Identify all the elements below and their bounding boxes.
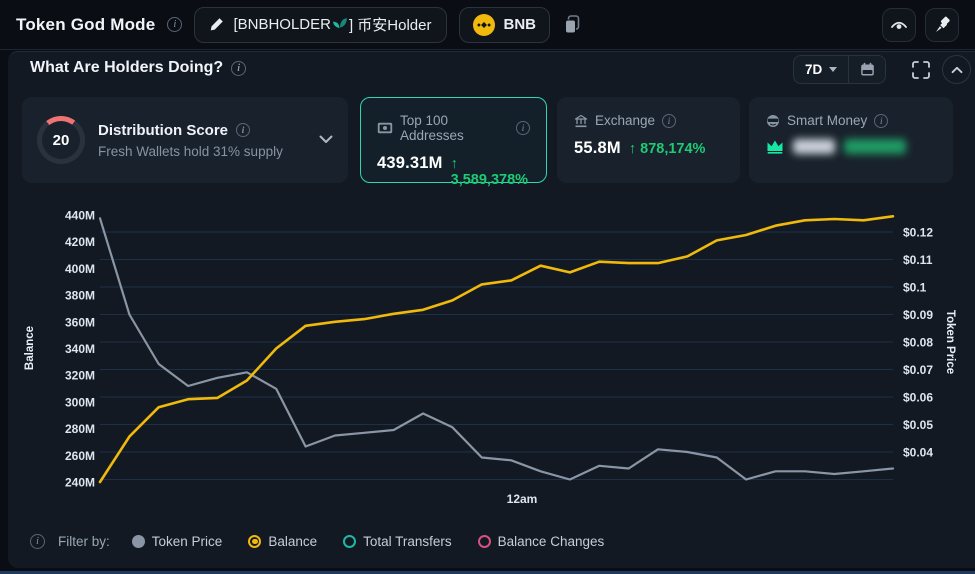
info-icon[interactable]: i: [30, 534, 45, 549]
smart-money-value-blurred: [793, 139, 835, 154]
money-icon: [377, 122, 393, 134]
distribution-score-subtitle: Fresh Wallets hold 31% supply: [98, 144, 306, 159]
token-price-marker-icon: [132, 535, 145, 548]
total-transfers-marker-icon: [343, 535, 356, 548]
info-icon[interactable]: i: [662, 114, 676, 128]
distribution-score-title: Distribution Score: [98, 122, 228, 139]
copy-address-button[interactable]: [564, 15, 581, 34]
token-name-suffix: ] 币安Holder: [349, 14, 432, 35]
token-name: [BNBHOLDER ] 币安Holder: [233, 14, 431, 35]
info-icon[interactable]: i: [516, 121, 530, 135]
watch-eye-button[interactable]: [882, 8, 916, 42]
exchange-change: ↑ 878,174%: [629, 141, 706, 157]
legend-label: Filter by:: [58, 534, 110, 549]
legend-item-label: Balance: [268, 534, 317, 549]
pencil-icon: [209, 17, 224, 32]
smart-money-icon: [766, 114, 780, 128]
token-name-prefix: [BNBHOLDER: [233, 16, 331, 33]
bnb-logo-icon: [473, 14, 495, 36]
legend-item-token-price[interactable]: Token Price: [132, 534, 223, 549]
top100-change: ↑ 3,589,378%: [451, 156, 530, 188]
fullscreen-button[interactable]: [905, 54, 937, 85]
section-title: What Are Holders Doing?: [30, 59, 223, 77]
exchange-card[interactable]: Exchange i 55.8M ↑ 878,174%: [557, 97, 740, 183]
crown-icon: [766, 139, 784, 154]
balance-changes-marker-icon: [478, 535, 491, 548]
bank-icon: [574, 114, 588, 128]
chevron-down-icon: [829, 67, 837, 72]
chain-label: BNB: [504, 16, 537, 33]
time-range-group: 7D: [793, 55, 886, 84]
range-value: 7D: [805, 62, 822, 77]
collapse-panel-button[interactable]: [942, 55, 971, 84]
calendar-button[interactable]: [849, 56, 885, 83]
top100-addresses-card[interactable]: Top 100 Addresses i 439.31M ↑ 3,589,378%: [360, 97, 547, 183]
smart-money-title: Smart Money: [787, 113, 867, 128]
top100-title: Top 100 Addresses: [400, 113, 509, 143]
info-icon[interactable]: i: [236, 123, 250, 137]
info-icon[interactable]: i: [167, 17, 182, 32]
chevron-down-icon[interactable]: [319, 131, 333, 149]
app-title: Token God Mode: [16, 15, 155, 35]
exchange-value: 55.8M: [574, 139, 621, 158]
distribution-score-gauge: 20: [37, 116, 85, 164]
chart-legend: i Filter by: Token Price Balance Total T…: [30, 534, 604, 549]
token-selector-pill[interactable]: [BNBHOLDER ] 币安Holder: [194, 7, 446, 43]
legend-item-balance[interactable]: Balance: [248, 534, 317, 549]
balance-marker-icon: [248, 535, 261, 548]
exchange-title: Exchange: [595, 113, 655, 128]
smart-money-card[interactable]: Smart Money i: [749, 97, 953, 183]
legend-item-label: Balance Changes: [498, 534, 605, 549]
range-dropdown[interactable]: 7D: [794, 56, 848, 83]
legend-item-label: Token Price: [152, 534, 223, 549]
top-bar: Token God Mode i [BNBHOLDER ] 币安Holder B…: [0, 0, 975, 50]
distribution-score-value: 20: [42, 121, 80, 159]
chain-pill[interactable]: BNB: [459, 7, 551, 43]
smart-money-change-blurred: [844, 139, 906, 154]
holders-panel: What Are Holders Doing? i 7D: [8, 51, 975, 568]
top100-value: 439.31M: [377, 154, 443, 173]
distribution-score-card[interactable]: 20 Distribution Score i Fresh Wallets ho…: [22, 97, 348, 183]
pin-button[interactable]: [925, 8, 959, 42]
section-info-icon[interactable]: i: [231, 61, 246, 76]
legend-item-total-transfers[interactable]: Total Transfers: [343, 534, 452, 549]
info-icon[interactable]: i: [874, 114, 888, 128]
token-leaf-icon: [332, 15, 348, 34]
legend-item-balance-changes[interactable]: Balance Changes: [478, 534, 605, 549]
legend-item-label: Total Transfers: [363, 534, 452, 549]
